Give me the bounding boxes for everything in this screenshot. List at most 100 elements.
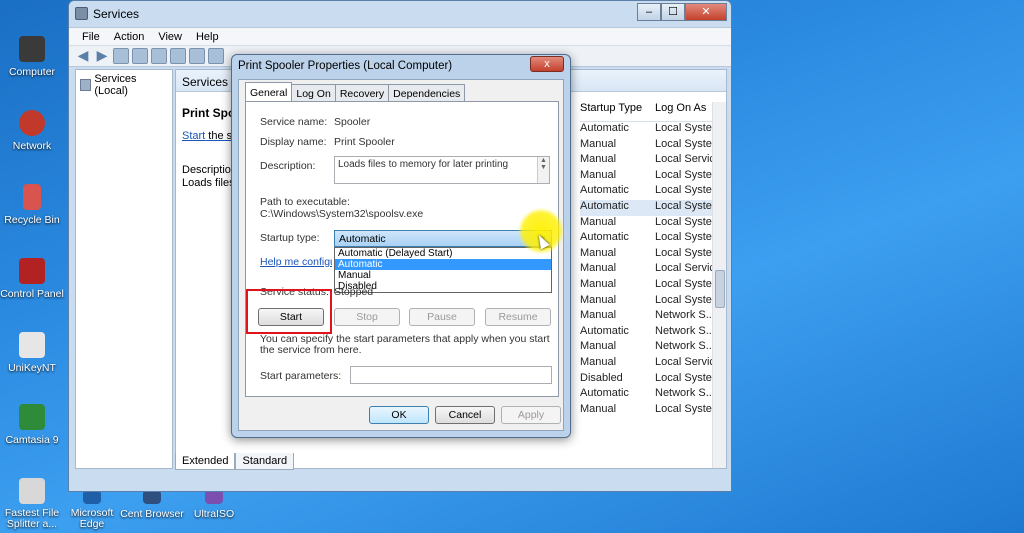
- close-button[interactable]: ✕: [685, 3, 727, 21]
- service-status-value: Stopped: [334, 286, 374, 298]
- menu-help[interactable]: Help: [189, 28, 226, 45]
- startup-type-cell: Manual: [580, 215, 617, 228]
- table-row[interactable]: Manual Local Syste...: [580, 403, 720, 419]
- table-row[interactable]: Disabled Local Syste...: [580, 372, 720, 388]
- tab-standard[interactable]: Standard: [235, 453, 295, 470]
- apply-button[interactable]: Apply: [501, 406, 561, 424]
- startup-type-cell: Manual: [580, 277, 617, 290]
- display-name-value: Print Spooler: [334, 136, 395, 148]
- startup-type-cell: Disabled: [580, 371, 623, 384]
- general-tab-panel: Service name: Spooler Display name: Prin…: [245, 101, 559, 397]
- startup-type-cell: Automatic: [580, 199, 629, 212]
- desktop-icon-cent-browser[interactable]: Cent Browser: [120, 490, 184, 520]
- startup-type-cell: Manual: [580, 402, 617, 415]
- stop-button[interactable]: Stop: [334, 308, 400, 326]
- tab-general[interactable]: General: [245, 82, 293, 103]
- table-row[interactable]: Manual Local Syste...: [580, 138, 720, 154]
- menu-view[interactable]: View: [151, 28, 189, 45]
- table-row[interactable]: Automatic Local Syste...: [580, 231, 720, 247]
- table-row[interactable]: Manual Local Service: [580, 262, 720, 278]
- desktop-icon-ultraiso[interactable]: UltraISO: [182, 490, 246, 520]
- print-spooler-properties-dialog: Print Spooler Properties (Local Computer…: [231, 54, 571, 438]
- properties-icon[interactable]: [132, 48, 148, 64]
- help-icon[interactable]: [189, 48, 205, 64]
- table-row[interactable]: Manual Local Syste...: [580, 169, 720, 185]
- dialog-close-button[interactable]: x: [530, 56, 564, 72]
- desktop-icon-file-splitter[interactable]: Fastest File Splitter a...: [0, 478, 64, 530]
- log-on-as-cell: Local Syste...: [655, 293, 717, 306]
- startup-type-cell: Automatic: [580, 387, 629, 400]
- description-label: Description:: [260, 160, 316, 172]
- table-row[interactable]: Automatic Local Syste...: [580, 184, 720, 200]
- log-on-as-cell: Local Service: [655, 355, 717, 368]
- ok-button[interactable]: OK: [369, 406, 429, 424]
- column-startup-type[interactable]: Startup Type: [580, 102, 655, 121]
- menu-action[interactable]: Action: [107, 28, 152, 45]
- desktop-icon-unikeynt[interactable]: UniKeyNT: [0, 332, 64, 374]
- desktop-icon-edge[interactable]: Microsoft Edge: [60, 490, 124, 530]
- desktop-icon-camtasia[interactable]: Camtasia 9: [0, 404, 64, 446]
- service-name-label: Service name:: [260, 116, 328, 128]
- help-configure-link[interactable]: Help me configure: [260, 256, 332, 268]
- back-arrow-icon[interactable]: ◀: [75, 48, 91, 64]
- tab-extended[interactable]: Extended: [175, 453, 236, 470]
- service-name-value: Spooler: [334, 116, 371, 128]
- table-row[interactable]: Automatic Network S...: [580, 387, 720, 403]
- resume-button[interactable]: Resume: [485, 308, 551, 326]
- log-on-as-cell: Network S...: [655, 324, 715, 337]
- recycle-bin-icon: [23, 184, 41, 210]
- startup-type-cell: Manual: [580, 153, 617, 166]
- startup-type-cell: Manual: [580, 293, 617, 306]
- startup-type-cell: Manual: [580, 262, 617, 275]
- export-list-icon[interactable]: [170, 48, 186, 64]
- forward-arrow-icon[interactable]: ▶: [94, 48, 110, 64]
- menu-file[interactable]: File: [75, 28, 107, 45]
- option-automatic[interactable]: Automatic: [335, 259, 551, 270]
- description-scrollbar[interactable]: ▲ ▼: [537, 157, 549, 183]
- refresh-icon[interactable]: [151, 48, 167, 64]
- desktop-icon-recycle-bin[interactable]: Recycle Bin: [0, 184, 64, 226]
- start-params-input[interactable]: [350, 366, 552, 384]
- scrollbar-thumb[interactable]: [715, 270, 725, 308]
- log-on-as-cell: Local Service: [655, 153, 717, 166]
- table-row[interactable]: Automatic Local Syste...: [580, 122, 720, 138]
- tree-node-services-local[interactable]: Services (Local): [76, 70, 172, 100]
- startup-type-cell: Manual: [580, 246, 617, 259]
- maximize-button[interactable]: ☐: [661, 3, 685, 21]
- table-row[interactable]: Automatic Network S...: [580, 325, 720, 341]
- log-on-as-cell: Local Syste...: [655, 402, 717, 415]
- table-row[interactable]: Manual Local Syste...: [580, 278, 720, 294]
- dialog-title: Print Spooler Properties (Local Computer…: [238, 60, 453, 72]
- pause-button[interactable]: Pause: [409, 308, 475, 326]
- services-titlebar[interactable]: Services – ☐ ✕: [69, 1, 731, 27]
- vertical-scrollbar[interactable]: [712, 102, 726, 468]
- unikey-icon: [19, 332, 45, 358]
- menubar: File Action View Help: [69, 27, 731, 45]
- table-row[interactable]: Manual Network S...: [580, 309, 720, 325]
- table-row[interactable]: Manual Local Syste...: [580, 294, 720, 310]
- startup-type-cell: Automatic: [580, 231, 629, 244]
- desktop-icon-computer[interactable]: Computer: [0, 36, 64, 78]
- log-on-as-cell: Local Service: [655, 262, 717, 275]
- minimize-button[interactable]: –: [637, 3, 661, 21]
- edge-icon: [83, 490, 101, 504]
- column-log-on-as[interactable]: Log On As: [655, 102, 717, 121]
- table-row[interactable]: Manual Local Syste...: [580, 216, 720, 232]
- start-params-hint: You can specify the start parameters tha…: [260, 333, 550, 356]
- table-row[interactable]: Manual Local Syste...: [580, 247, 720, 263]
- dialog-titlebar[interactable]: Print Spooler Properties (Local Computer…: [232, 55, 570, 77]
- table-row[interactable]: Manual Local Service: [580, 356, 720, 372]
- action-pane-icon[interactable]: [208, 48, 224, 64]
- description-box[interactable]: Loads files to memory for later printing…: [334, 156, 550, 184]
- option-automatic-delayed[interactable]: Automatic (Delayed Start): [335, 248, 551, 259]
- desktop-icon-network[interactable]: Network: [0, 110, 64, 152]
- show-hide-tree-icon[interactable]: [113, 48, 129, 64]
- cancel-button[interactable]: Cancel: [435, 406, 495, 424]
- option-manual[interactable]: Manual: [335, 270, 551, 281]
- path-value: C:\Windows\System32\spoolsv.exe: [260, 208, 424, 220]
- desktop-icon-control-panel[interactable]: Control Panel: [0, 258, 64, 300]
- table-row[interactable]: Automatic Local Syste...: [580, 199, 720, 216]
- table-row[interactable]: Manual Local Service: [580, 153, 720, 169]
- startup-type-cell: Manual: [580, 309, 617, 322]
- table-row[interactable]: Manual Network S...: [580, 340, 720, 356]
